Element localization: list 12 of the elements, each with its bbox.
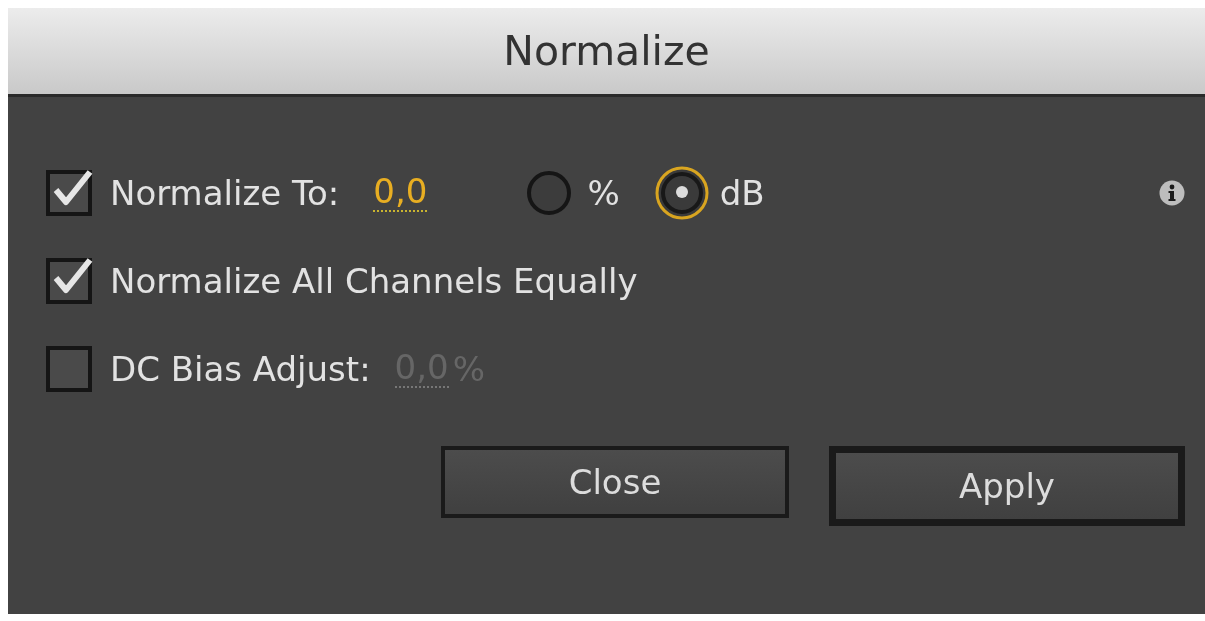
dialog-button[interactable]: Close — [441, 446, 789, 518]
info-icon[interactable] — [1159, 179, 1185, 206]
unit-label: % — [587, 172, 620, 213]
unit-label: % — [452, 348, 485, 389]
option-label: DC Bias Adjust: — [110, 348, 371, 389]
option-label: Normalize All Channels Equally — [110, 260, 638, 301]
dialog-button[interactable]: Apply — [829, 446, 1185, 526]
window-title: Normalize — [503, 27, 710, 75]
value-field[interactable]: 0,0 — [373, 172, 428, 213]
radio-button[interactable] — [653, 164, 710, 221]
option-label: Normalize To: — [110, 172, 340, 213]
unit-label: dB — [719, 172, 765, 213]
